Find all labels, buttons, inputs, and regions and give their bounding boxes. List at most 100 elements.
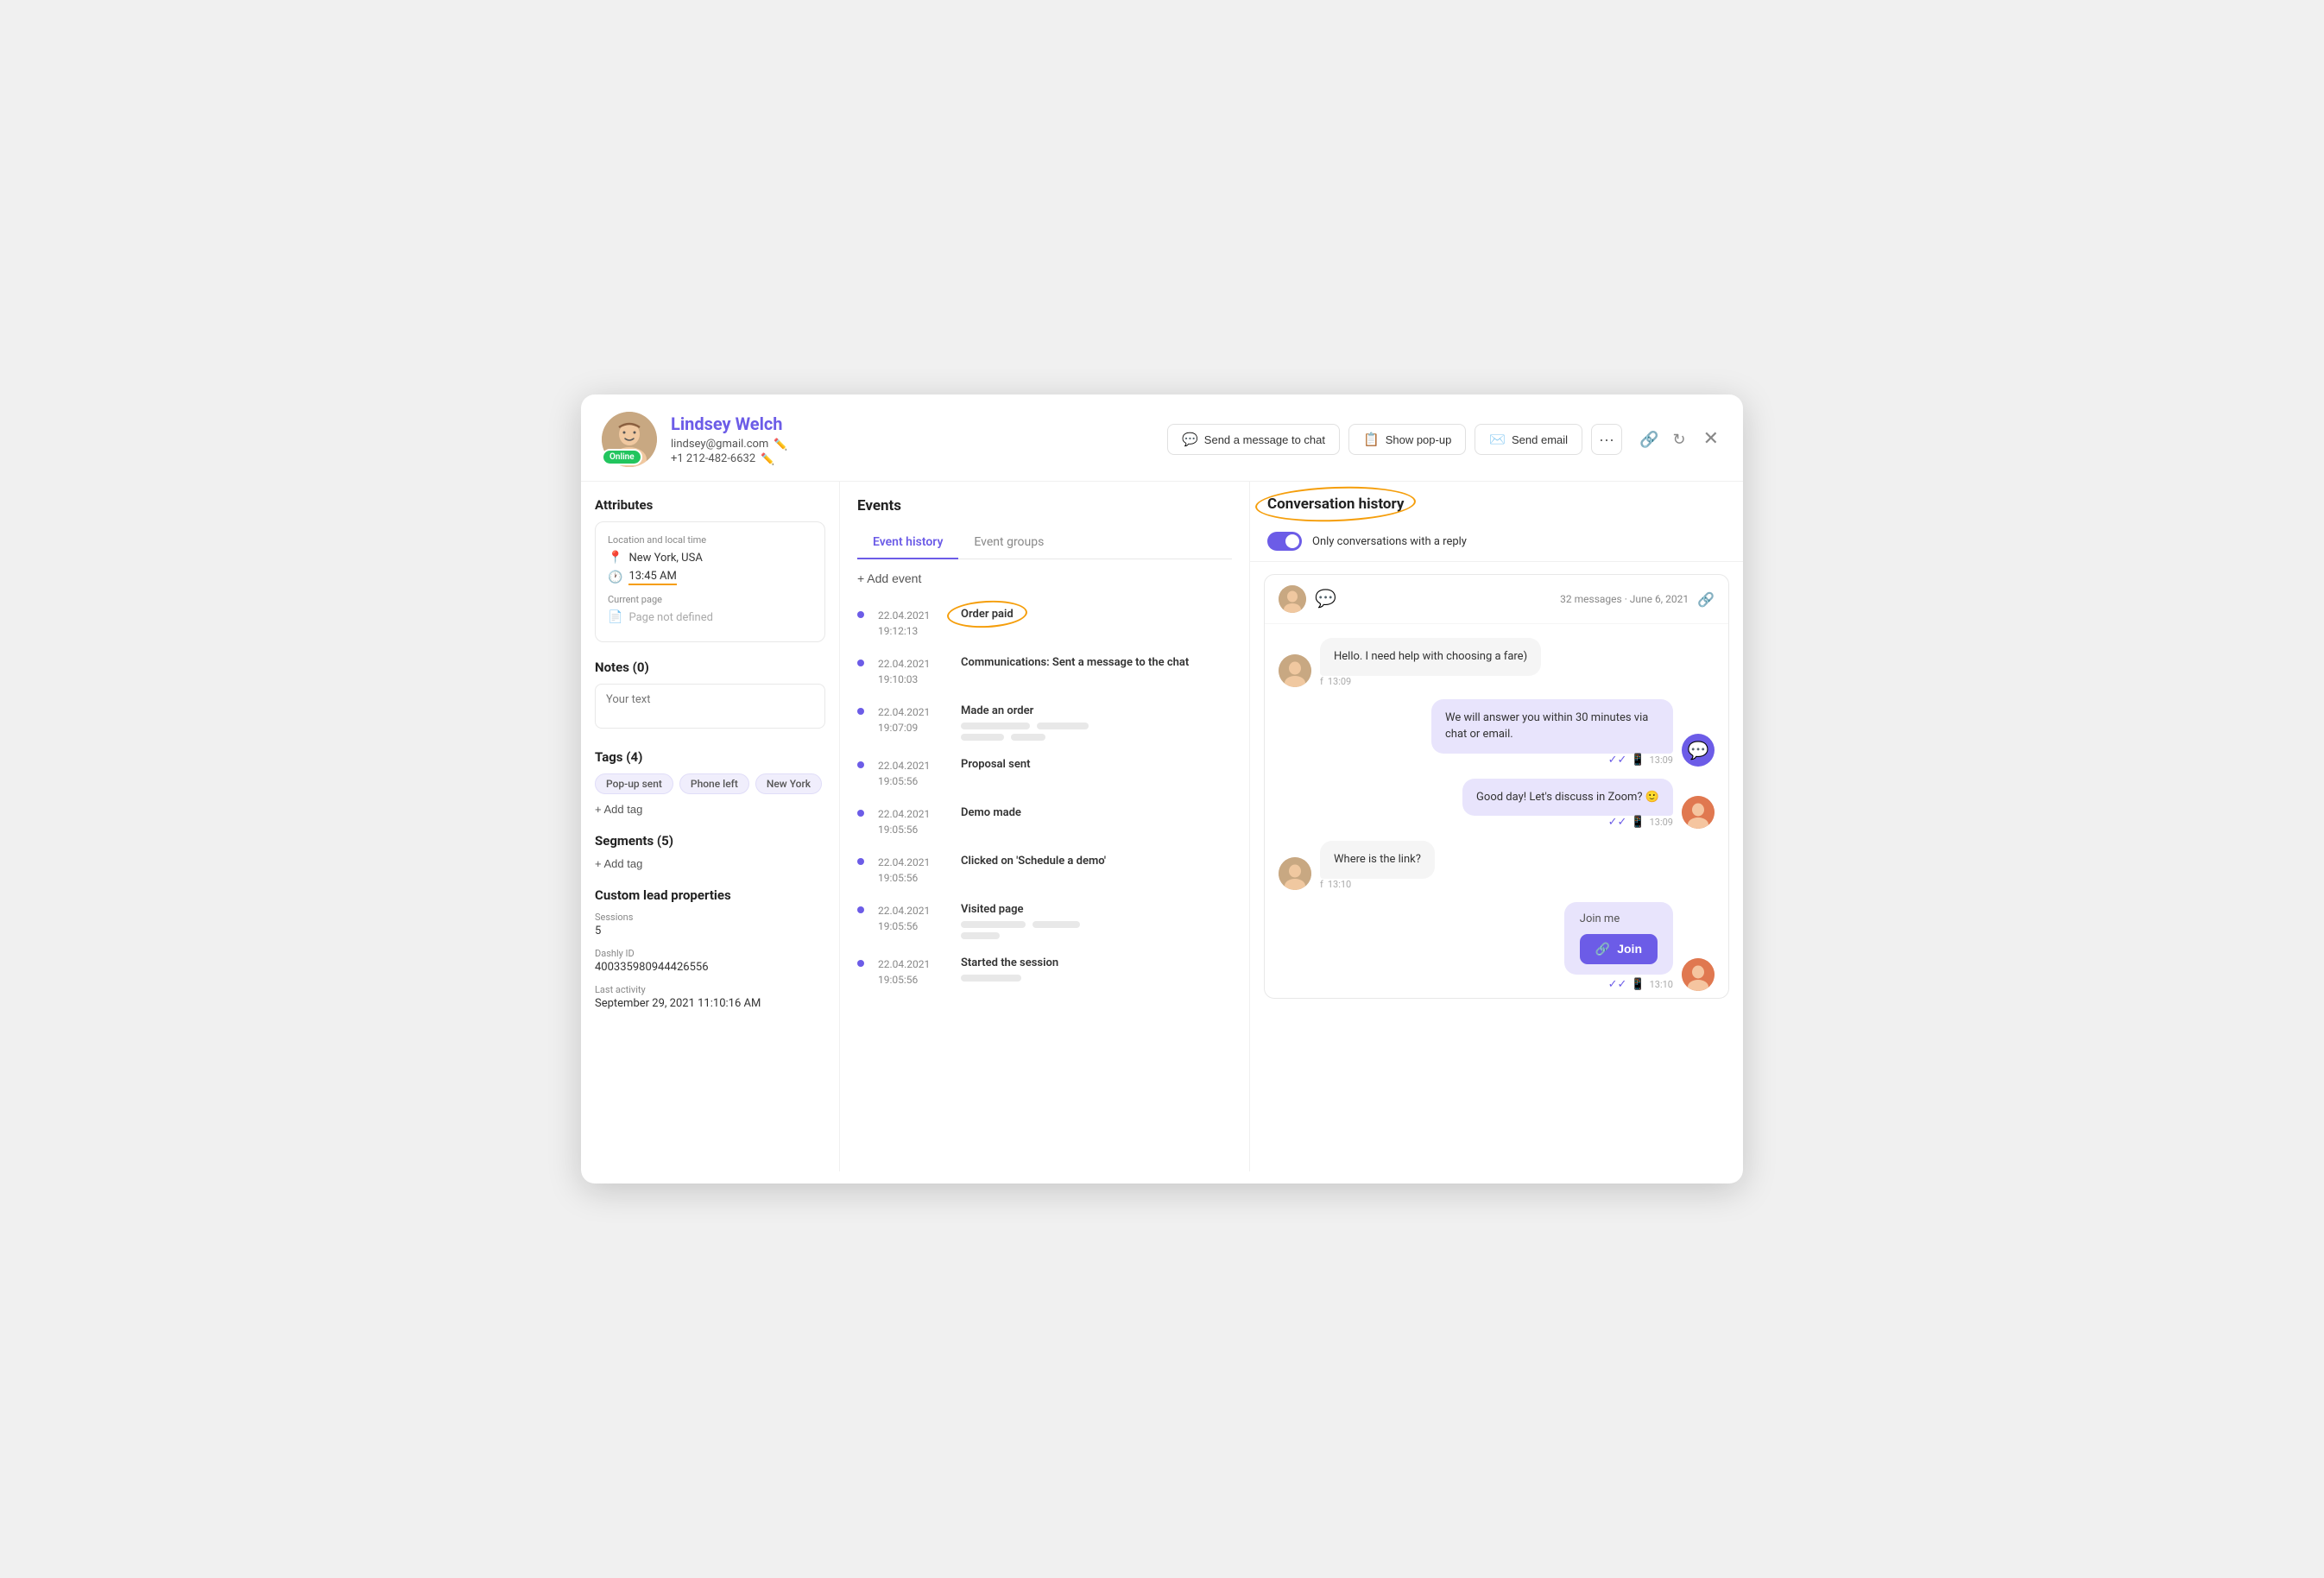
show-popup-button[interactable]: 📋 Show pop-up xyxy=(1348,424,1466,455)
event-item: 22.04.202119:05:56 Visited page xyxy=(840,894,1249,948)
attributes-section: Attributes Location and local time 📍 New… xyxy=(595,497,825,642)
events-tabs: Event history Event groups xyxy=(857,527,1232,559)
message-time: 13:10 xyxy=(1328,879,1351,890)
tags-title: Tags (4) xyxy=(595,749,825,765)
event-dot xyxy=(857,660,864,666)
checkmark-icon: ✓✓ xyxy=(1608,978,1627,991)
bot-avatar: 💬 xyxy=(1682,734,1715,767)
tags-section: Tags (4) Pop-up sent Phone left New York… xyxy=(595,749,825,816)
segments-section: Segments (5) + Add tag xyxy=(595,833,825,870)
message-meta: f 13:09 xyxy=(1320,676,1541,687)
event-skeleton xyxy=(961,975,1232,982)
tab-event-groups[interactable]: Event groups xyxy=(958,527,1059,559)
send-email-button[interactable]: ✉️ Send email xyxy=(1475,424,1582,455)
clock-icon: 🕐 xyxy=(608,571,622,584)
header-actions: 💬 Send a message to chat 📋 Show pop-up ✉… xyxy=(1167,424,1622,455)
message-time: 13:09 xyxy=(1650,754,1673,766)
message-row: Join me 🔗 Join ✓✓ 📱 13:10 xyxy=(1279,902,1715,991)
event-time: 22.04.202119:05:56 xyxy=(878,855,947,886)
tag-item: New York xyxy=(755,773,822,794)
user-name: Lindsey Welch xyxy=(671,413,1167,434)
conv-title-wrap: Conversation history xyxy=(1267,495,1404,513)
event-skeleton xyxy=(961,921,1232,939)
send-message-button[interactable]: 💬 Send a message to chat xyxy=(1167,424,1340,455)
message-row: Where is the link? f 13:10 xyxy=(1279,841,1715,890)
conversations-toggle[interactable] xyxy=(1267,532,1302,551)
event-skeleton xyxy=(961,723,1232,741)
custom-props-title: Custom lead properties xyxy=(595,887,825,903)
add-event-button[interactable]: + Add event xyxy=(840,559,938,592)
checkmark-icon: ✓✓ xyxy=(1608,816,1627,829)
event-item: 22.04.202119:05:56 Started the session xyxy=(840,948,1249,996)
prop-sessions: Sessions 5 xyxy=(595,912,825,937)
event-time: 22.04.202119:05:56 xyxy=(878,806,947,837)
link-icon[interactable]: 🔗 xyxy=(1639,431,1658,449)
event-content: Clicked on 'Schedule a demo' xyxy=(961,855,1232,886)
user-email: lindsey@gmail.com ✏️ xyxy=(671,438,1167,451)
edit-email-icon[interactable]: ✏️ xyxy=(774,439,786,451)
event-name-highlighted: Order paid xyxy=(961,608,1014,621)
conversation-history-title: Conversation history xyxy=(1267,495,1404,513)
prop-last-activity: Last activity September 29, 2021 11:10:1… xyxy=(595,984,825,1010)
popup-icon: 📋 xyxy=(1363,432,1380,447)
page-icon: 📄 xyxy=(608,610,622,624)
add-segment-button[interactable]: + Add tag xyxy=(595,857,642,870)
user-avatar xyxy=(1279,857,1311,890)
more-actions-button[interactable]: ··· xyxy=(1591,424,1622,455)
conversation-panel: Conversation history Only conversations … xyxy=(1250,482,1743,1171)
add-tag-button[interactable]: + Add tag xyxy=(595,803,642,816)
email-icon: ✉️ xyxy=(1489,432,1506,447)
event-item: 22.04.202119:05:56 Proposal sent xyxy=(840,749,1249,798)
event-dot xyxy=(857,611,864,618)
event-time: 22.04.202119:05:56 xyxy=(878,758,947,789)
event-dot xyxy=(857,960,864,967)
event-time: 22.04.202119:12:13 xyxy=(878,608,947,639)
message-row: We will answer you within 30 minutes via… xyxy=(1279,699,1715,767)
notes-title: Notes (0) xyxy=(595,660,825,675)
message-meta: ✓✓ 📱 13:09 xyxy=(1608,754,1673,767)
toggle-label: Only conversations with a reply xyxy=(1312,535,1467,548)
message-meta: f 13:10 xyxy=(1320,879,1435,890)
edit-phone-icon[interactable]: ✏️ xyxy=(761,453,773,465)
conv-link-icon[interactable]: 🔗 xyxy=(1697,591,1715,608)
event-time: 22.04.202119:07:09 xyxy=(878,704,947,741)
event-content: Made an order xyxy=(961,704,1232,741)
conversation-header: Conversation history xyxy=(1250,482,1743,521)
message-meta: ✓✓ 📱 13:09 xyxy=(1608,816,1673,829)
event-content: Communications: Sent a message to the ch… xyxy=(961,656,1232,687)
message-bubble: Hello. I need help with choosing a fare) xyxy=(1320,638,1541,676)
conversation-card: 💬 32 messages · June 6, 2021 🔗 xyxy=(1264,574,1729,999)
event-item: 22.04.202119:05:56 Clicked on 'Schedule … xyxy=(840,846,1249,894)
modal-header: Online Lindsey Welch lindsey@gmail.com ✏… xyxy=(581,394,1743,482)
event-content: Demo made xyxy=(961,806,1232,837)
online-badge: Online xyxy=(602,449,642,465)
join-icon: 🔗 xyxy=(1595,942,1610,956)
checkmark-icon: ✓✓ xyxy=(1608,754,1627,767)
event-content: Started the session xyxy=(961,956,1232,988)
phone-icon: 📱 xyxy=(1631,978,1645,991)
event-time: 22.04.202119:05:56 xyxy=(878,903,947,939)
notes-input[interactable] xyxy=(595,684,825,729)
tab-event-history[interactable]: Event history xyxy=(857,527,958,559)
close-button[interactable]: ✕ xyxy=(1703,430,1719,449)
event-content: Order paid xyxy=(961,608,1232,639)
refresh-icon[interactable]: ↻ xyxy=(1672,431,1685,449)
event-item: 22.04.202119:05:56 Demo made xyxy=(840,798,1249,846)
message-meta: ✓✓ 📱 13:10 xyxy=(1608,978,1673,991)
attributes-title: Attributes xyxy=(595,497,825,513)
tag-item: Phone left xyxy=(679,773,749,794)
message-time: 13:10 xyxy=(1650,979,1673,990)
avatar-wrap: Online xyxy=(602,412,657,467)
attributes-card: Location and local time 📍 New York, USA … xyxy=(595,521,825,642)
toggle-row: Only conversations with a reply xyxy=(1250,521,1743,562)
events-title: Events xyxy=(857,497,1232,514)
event-dot xyxy=(857,761,864,768)
join-button[interactable]: 🔗 Join xyxy=(1580,934,1658,964)
events-panel: Events Event history Event groups + Add … xyxy=(840,482,1250,1171)
event-content: Visited page xyxy=(961,903,1232,939)
location-row: 📍 New York, USA xyxy=(608,551,812,565)
tag-item: Pop-up sent xyxy=(595,773,673,794)
modal-container: Online Lindsey Welch lindsey@gmail.com ✏… xyxy=(581,394,1743,1184)
agent-avatar xyxy=(1682,796,1715,829)
event-dot xyxy=(857,708,864,715)
